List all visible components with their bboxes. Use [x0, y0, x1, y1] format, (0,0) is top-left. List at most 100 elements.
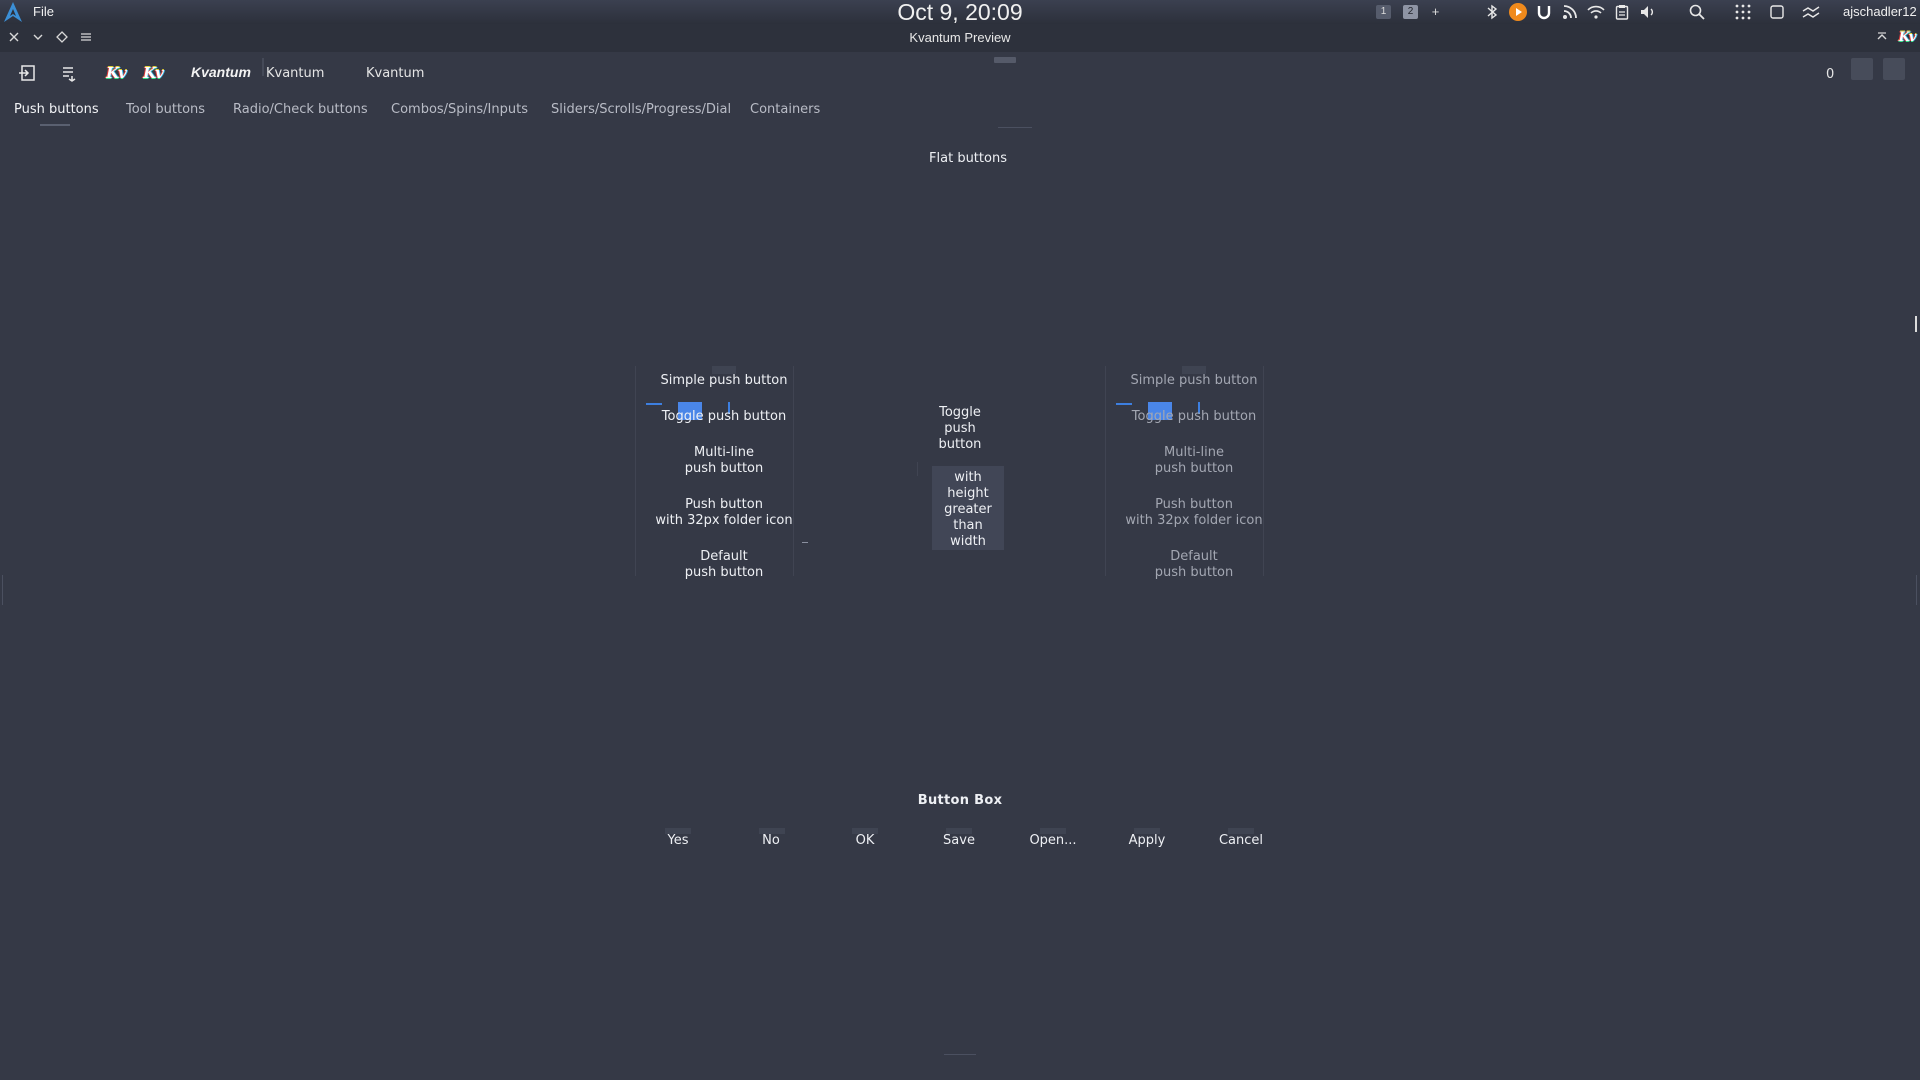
yes-button[interactable]: Yes [638, 833, 718, 848]
tab-divider [998, 127, 1032, 128]
user-name[interactable]: ajschadler12 [1843, 4, 1917, 19]
folder-button-line-1-disabled: Push button [1155, 497, 1233, 512]
default-line-1-disabled: Default [1170, 549, 1218, 564]
open-button[interactable]: Open... [1013, 833, 1093, 848]
kvantum-app-icon: Kv [1898, 29, 1917, 45]
toggle-push-button-disabled: Toggle push button [1114, 409, 1274, 425]
tab-containers[interactable]: Containers [750, 102, 820, 117]
ok-button[interactable]: OK [825, 833, 905, 848]
vbox-line-4: than [953, 518, 983, 533]
spin-value[interactable]: 0 [1826, 67, 1834, 82]
cancel-button[interactable]: Cancel [1201, 833, 1281, 848]
multiline-push-button[interactable]: Multi-line push button [644, 445, 804, 477]
import-icon[interactable] [14, 60, 40, 86]
kvantum-label-1: Kvantum [266, 66, 325, 81]
folder-button-line-1: Push button [685, 497, 763, 512]
volume-icon[interactable] [1638, 2, 1658, 22]
mouse-cursor [1915, 316, 1917, 332]
toolbar-handle[interactable] [994, 57, 1016, 63]
tab-sliders-scrolls[interactable]: Sliders/Scrolls/Progress/Dial [551, 102, 731, 117]
left-column-edge [635, 366, 636, 576]
workspace-2-button[interactable]: 2 [1403, 5, 1418, 19]
default-line-2-disabled: push button [1154, 565, 1234, 580]
workspace-1-button[interactable]: 1 [1376, 5, 1391, 19]
vtoggle-edge [917, 462, 918, 476]
active-tab-indicator [40, 124, 70, 126]
kvantum-icon-1[interactable]: Kv [103, 60, 129, 86]
file-menu[interactable]: File [33, 4, 54, 19]
add-workspace-button[interactable]: + [1428, 5, 1443, 19]
vbox-line-2: height [947, 486, 989, 501]
keep-above-icon[interactable] [54, 29, 70, 45]
tab-combos-spins-inputs[interactable]: Combos/Spins/Inputs [391, 102, 528, 117]
window-titlebar: Kvantum Preview Kv [0, 24, 1920, 52]
tab-bar: Push buttons Tool buttons Radio/Check bu… [0, 98, 1920, 128]
folder-button-line-2: with 32px folder icon [655, 513, 793, 528]
multiline-line-2-disabled: push button [1154, 461, 1234, 476]
tab-tool-buttons[interactable]: Tool buttons [126, 102, 205, 117]
chevron-down-icon[interactable] [30, 29, 46, 45]
vtoggle-line-1: Toggle [939, 405, 981, 420]
right-column-edge [1105, 366, 1106, 576]
vtoggle-line-2: push [944, 421, 976, 436]
clipboard-icon[interactable] [1612, 2, 1632, 22]
folder-button-line-2-disabled: with 32px folder icon [1125, 513, 1263, 528]
search-icon[interactable] [1687, 2, 1707, 22]
toggle-indicator [646, 403, 662, 405]
vbox-line-1: with [954, 470, 982, 485]
multiline-push-button-disabled: Multi-line push button [1114, 445, 1274, 477]
toggle-indicator-right [1116, 403, 1132, 405]
square-button-2[interactable] [1883, 58, 1905, 80]
simple-push-button[interactable]: Simple push button [644, 373, 804, 389]
button-box-title: Button Box [917, 793, 1003, 808]
vertical-toggle-push-button[interactable]: Toggle push button [920, 405, 1000, 453]
window-title: Kvantum Preview [909, 30, 1011, 45]
text-format-icon[interactable] [56, 60, 82, 86]
toolbar-separator [262, 58, 264, 76]
kvantum-italic-label: Kvantum [191, 64, 251, 80]
kvantum-icon-2[interactable]: Kv [140, 60, 166, 86]
arch-logo-icon[interactable] [2, 1, 24, 23]
app-grid-icon[interactable] [1733, 2, 1753, 22]
toggle-push-button[interactable]: Toggle push button [644, 409, 804, 425]
window-icon[interactable] [1767, 2, 1787, 22]
default-push-button[interactable]: Default push button [644, 549, 804, 581]
multiline-line-1: Multi-line [694, 445, 754, 460]
multiline-line-1-disabled: Multi-line [1164, 445, 1224, 460]
small-dash [802, 542, 808, 543]
bottom-handle[interactable] [944, 1054, 976, 1055]
no-button[interactable]: No [731, 833, 811, 848]
default-line-1: Default [700, 549, 748, 564]
folder-icon-push-button-disabled: Push button with 32px folder icon [1114, 497, 1274, 529]
simple-push-button-disabled: Simple push button [1114, 373, 1274, 389]
close-icon[interactable] [6, 29, 22, 45]
system-monitor-icon[interactable] [1801, 2, 1821, 22]
tab-radio-check-buttons[interactable]: Radio/Check buttons [233, 102, 368, 117]
media-player-icon[interactable] [1508, 2, 1528, 22]
vertical-toggle-box[interactable]: with height greater than width [932, 466, 1004, 550]
top-panel: File Oct 9, 20:09 1 2 + ajschadler12 [0, 0, 1920, 25]
vtoggle-line-3: button [938, 437, 982, 452]
window-menu-icon[interactable] [78, 29, 94, 45]
chevron-up-icon[interactable] [1874, 29, 1890, 45]
multiline-line-2: push button [684, 461, 764, 476]
rss-icon[interactable] [1560, 2, 1580, 22]
default-line-2: push button [684, 565, 764, 580]
left-edge-mark [2, 575, 3, 605]
apply-button[interactable]: Apply [1107, 833, 1187, 848]
flat-buttons-title: Flat buttons [929, 151, 1007, 166]
kvantum-label-2: Kvantum [366, 66, 425, 81]
toolbar: Kv Kv Kvantum Kvantum Kvantum 0 [0, 52, 1920, 92]
tab-push-buttons[interactable]: Push buttons [14, 102, 99, 117]
folder-icon-push-button[interactable]: Push button with 32px folder icon [644, 497, 804, 529]
save-button[interactable]: Save [919, 833, 999, 848]
vbox-line-3: greater [944, 502, 992, 517]
default-push-button-disabled: Default push button [1114, 549, 1274, 581]
u-app-icon[interactable] [1534, 2, 1554, 22]
wifi-icon[interactable] [1586, 2, 1606, 22]
right-edge-mark [1916, 575, 1917, 605]
square-button-1[interactable] [1851, 58, 1873, 80]
clock: Oct 9, 20:09 [897, 0, 1023, 25]
vbox-line-5: width [950, 534, 986, 549]
bluetooth-icon[interactable] [1482, 2, 1502, 22]
